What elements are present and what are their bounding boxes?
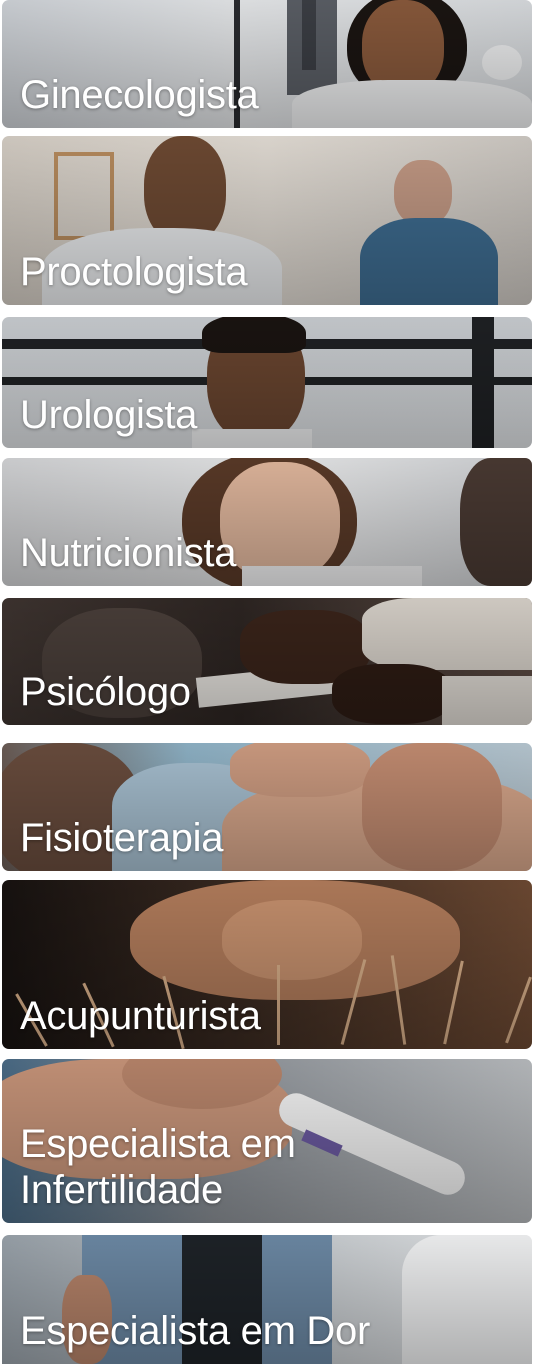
psicologo-label: Psicólogo xyxy=(20,670,191,714)
specialty-card-urologista[interactable]: Urologista xyxy=(2,317,532,448)
specialty-card-dor[interactable]: Especialista em Dor xyxy=(2,1235,532,1364)
nutricionista-label: Nutricionista xyxy=(20,531,237,575)
urologista-label: Urologista xyxy=(20,393,198,437)
fisioterapia-label: Fisioterapia xyxy=(20,816,224,860)
specialty-card-ginecologista[interactable]: Ginecologista xyxy=(2,0,532,128)
acupunturista-label: Acupunturista xyxy=(20,994,261,1038)
infertilidade-label: Especialista em Infertilidade xyxy=(20,1122,296,1212)
specialty-card-psicologo[interactable]: Psicólogo xyxy=(2,598,532,725)
specialty-card-proctologista[interactable]: Proctologista xyxy=(2,136,532,305)
specialty-card-acupunturista[interactable]: Acupunturista xyxy=(2,880,532,1049)
specialty-card-nutricionista[interactable]: Nutricionista xyxy=(2,458,532,586)
ginecologista-label: Ginecologista xyxy=(20,73,259,117)
dor-label: Especialista em Dor xyxy=(20,1309,370,1353)
specialty-card-infertilidade[interactable]: Especialista em Infertilidade xyxy=(2,1059,532,1223)
proctologista-label: Proctologista xyxy=(20,250,248,294)
specialty-card-fisioterapia[interactable]: Fisioterapia xyxy=(2,743,532,871)
